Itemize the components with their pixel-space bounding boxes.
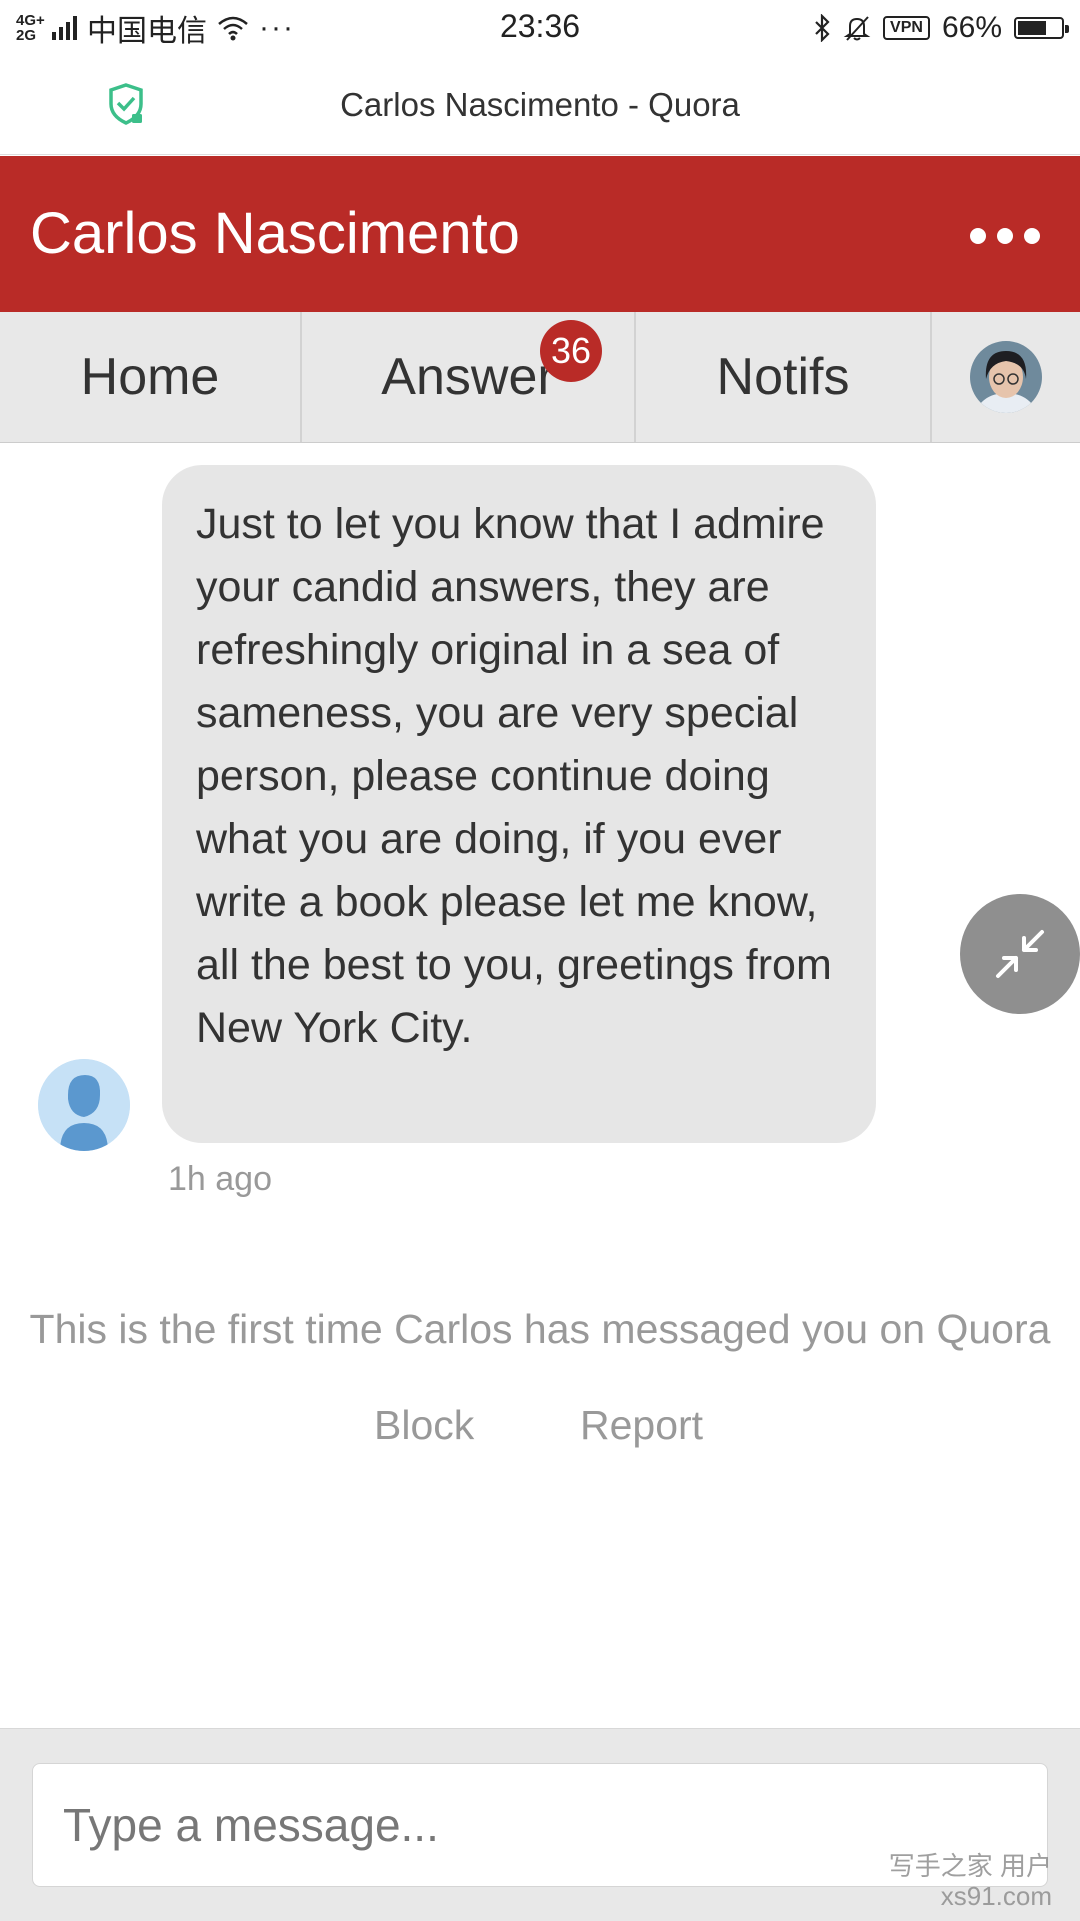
battery-percent: 66% [941, 11, 1002, 44]
minimize-button[interactable] [960, 894, 1080, 1014]
dot-icon [970, 228, 986, 244]
tab-bar: Home Answer 36 Notifs [0, 312, 1080, 443]
bluetooth-icon [813, 14, 831, 42]
answer-count-badge: 36 [540, 320, 602, 382]
watermark: 写手之家 用户 xs91.com [889, 1851, 1052, 1911]
page-title: Carlos Nascimento - Quora [340, 86, 740, 123]
tab-home[interactable]: Home [0, 312, 302, 442]
status-bar: 4G+ 2G 中国电信 ··· 23:36 VPN 66% [0, 0, 1080, 56]
battery-level [1018, 21, 1046, 35]
tab-profile[interactable] [932, 312, 1080, 442]
browser-title-bar: Carlos Nascimento - Quora [0, 56, 1080, 155]
vpn-badge: VPN [883, 16, 930, 40]
conversation-title: Carlos Nascimento [30, 201, 520, 266]
message-bubble: Just to let you know that I admire your … [162, 465, 876, 1143]
tab-notifs[interactable]: Notifs [636, 312, 932, 442]
sender-avatar[interactable] [38, 1059, 130, 1151]
message-composer: 写手之家 用户 xs91.com [0, 1728, 1080, 1921]
muted-bell-icon [843, 14, 871, 42]
app-header: Carlos Nascimento [0, 156, 1080, 312]
profile-avatar [970, 341, 1042, 413]
dot-icon [1024, 228, 1040, 244]
status-right: VPN 66% [813, 8, 1069, 48]
tab-label: Home [80, 348, 220, 406]
collapse-arrows-icon [996, 930, 1044, 978]
report-button[interactable]: Report [580, 1402, 703, 1449]
battery-icon [1014, 17, 1069, 39]
dot-icon [997, 228, 1013, 244]
watermark-line: 写手之家 用户 [888, 1851, 1052, 1881]
first-time-notice: This is the first time Carlos has messag… [29, 1306, 1051, 1352]
message-text: Just to let you know that I admire your … [196, 500, 832, 1052]
tab-label: Notifs [716, 348, 850, 406]
tab-answer[interactable]: Answer 36 [302, 312, 636, 442]
tab-label: Answer [381, 348, 555, 406]
watermark-line: xs91.com [940, 1881, 1052, 1911]
block-button[interactable]: Block [374, 1402, 474, 1449]
more-options-button[interactable] [970, 216, 1040, 256]
message-timestamp: 1h ago [168, 1160, 272, 1198]
